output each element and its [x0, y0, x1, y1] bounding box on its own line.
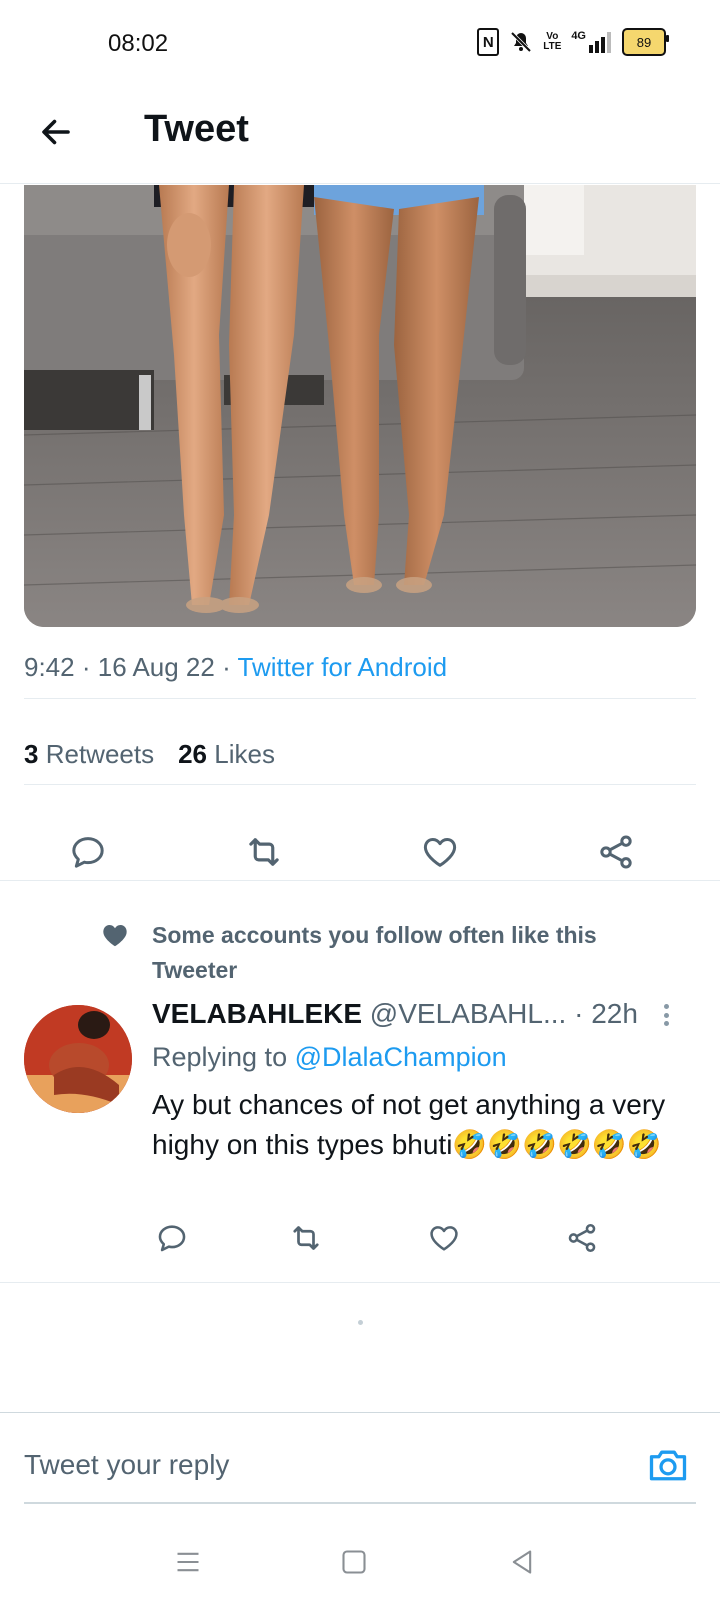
reply-reply-button[interactable]	[152, 1218, 192, 1258]
share-icon	[600, 835, 632, 869]
replying-to: Replying to @DlalaChampion	[152, 1042, 507, 1073]
status-icons: N Vo LTE 4G 89	[477, 28, 669, 56]
camera-icon	[649, 1450, 687, 1481]
dot	[663, 1021, 669, 1026]
status-bar: 08:02 N Vo LTE 4G 89	[0, 0, 720, 92]
reply-handle[interactable]: @VELABAHL...	[370, 998, 567, 1029]
composer-underline	[24, 1502, 696, 1504]
reply-button[interactable]	[64, 828, 112, 876]
divider	[24, 698, 696, 699]
social-context-text: Some accounts you follow often like this…	[152, 922, 597, 983]
avatar[interactable]	[24, 1005, 132, 1113]
likes-label: Likes	[214, 739, 275, 769]
volte-icon: Vo LTE	[543, 28, 561, 56]
retweets-label: Retweets	[45, 739, 155, 769]
retweet-button[interactable]	[240, 828, 288, 876]
separator-dot: ·	[81, 652, 98, 682]
tweet-date: 16 Aug 22	[97, 652, 215, 682]
reply-input[interactable]: Tweet your reply	[24, 1449, 229, 1481]
divider	[24, 784, 696, 785]
tweet-timestamp: 9:42 · 16 Aug 22 · Twitter for Android	[24, 652, 447, 683]
retweet-icon	[249, 838, 279, 866]
divider	[0, 880, 720, 881]
page-title: Tweet	[144, 108, 249, 150]
avatar-photo	[24, 1005, 132, 1113]
system-back-button[interactable]	[502, 1542, 542, 1582]
reply-share-button[interactable]	[562, 1218, 602, 1258]
dot	[663, 1004, 669, 1009]
reply-time: 22h	[591, 998, 638, 1029]
arrow-left-icon	[42, 119, 70, 145]
tweet-photo	[24, 185, 696, 627]
home-square-icon	[342, 1550, 366, 1574]
status-time: 08:02	[108, 30, 169, 57]
likes-stat[interactable]: 26 Likes	[178, 739, 275, 769]
share-button[interactable]	[592, 828, 640, 876]
camera-button[interactable]	[646, 1443, 690, 1487]
volte-label-bottom: LTE	[543, 41, 562, 52]
reply-icon	[72, 837, 104, 868]
more-options-button[interactable]	[656, 1000, 676, 1030]
tweet-time: 9:42	[24, 652, 75, 682]
reply-action-bar	[152, 1218, 632, 1266]
tweet-source-link[interactable]: Twitter for Android	[238, 652, 448, 682]
menu-button[interactable]	[168, 1542, 208, 1582]
nfc-icon: N	[477, 28, 500, 56]
tweet-media-image[interactable]	[24, 185, 696, 627]
like-icon	[430, 1226, 458, 1251]
system-navigation-bar	[0, 1520, 720, 1600]
reply-composer: Tweet your reply	[0, 1412, 720, 1504]
likes-count: 26	[178, 739, 208, 769]
reply-like-button[interactable]	[424, 1218, 464, 1258]
divider	[0, 1282, 720, 1283]
signal-4g-icon: 4G	[571, 28, 612, 56]
reply-header: VELABAHLEKE @VELABAHL... · 22h	[152, 998, 692, 1030]
top-app-bar: Tweet	[0, 92, 720, 184]
like-button[interactable]	[416, 828, 464, 876]
retweets-count: 3	[24, 739, 39, 769]
battery-indicator: 89	[622, 28, 669, 56]
loading-indicator	[358, 1320, 363, 1325]
separator-dot: ·	[574, 998, 592, 1029]
separator-dot: ·	[222, 652, 238, 682]
silent-icon	[509, 28, 533, 56]
retweets-stat[interactable]: 3 Retweets	[24, 739, 154, 769]
back-button[interactable]	[34, 110, 78, 154]
reply-icon	[158, 1225, 186, 1252]
menu-icon	[177, 1552, 199, 1572]
heart-icon	[103, 925, 127, 947]
share-icon	[568, 1223, 596, 1253]
replying-mention-link[interactable]: @DlalaChampion	[295, 1042, 507, 1072]
network-label: 4G	[571, 30, 586, 42]
reply-retweet-button[interactable]	[286, 1218, 326, 1258]
reply-text: Ay but chances of not get anything a ver…	[152, 1089, 666, 1160]
dot	[663, 1012, 669, 1018]
replying-prefix: Replying to	[152, 1042, 288, 1072]
retweet-icon	[293, 1226, 319, 1250]
home-button[interactable]	[334, 1542, 374, 1582]
tweet-action-bar	[24, 820, 696, 884]
like-icon	[423, 838, 457, 867]
tweet-stats: 3 Retweets 26 Likes	[24, 739, 275, 770]
reply-display-name[interactable]: VELABAHLEKE	[152, 998, 362, 1029]
back-triangle-icon	[512, 1550, 532, 1574]
